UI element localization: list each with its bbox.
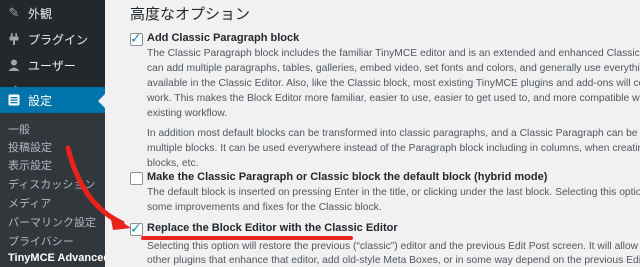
annotation-arrow-icon: [65, 145, 131, 230]
